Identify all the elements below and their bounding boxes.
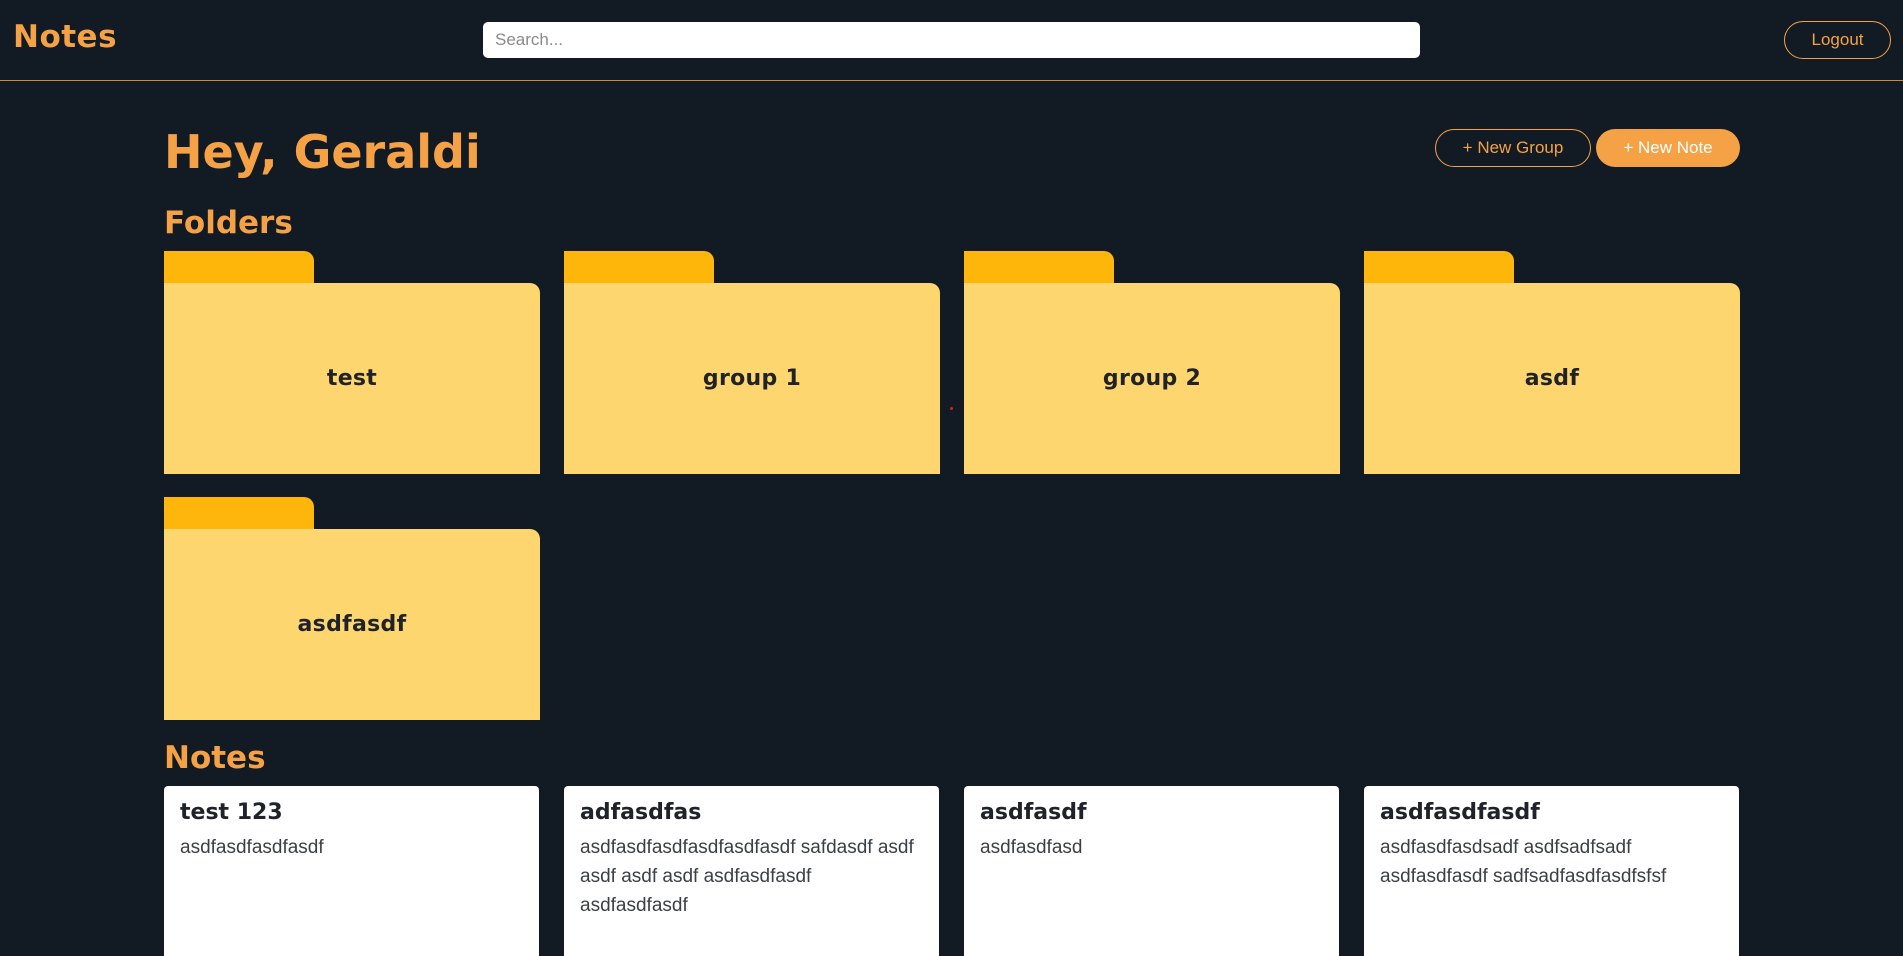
note-title: adfasdfas [580,800,702,825]
folder-body: asdfasdf [164,529,540,720]
top-navbar: Notes Logout [0,0,1903,81]
folder-card[interactable]: asdf [1364,251,1740,474]
folder-tab [564,251,714,287]
folder-label: asdfasdf [297,612,407,637]
new-note-button[interactable]: + New Note [1596,129,1740,167]
folder-tab [164,251,314,287]
folder-body: asdf [1364,283,1740,474]
note-card[interactable]: asdfasdf asdfasdfasd [964,786,1339,956]
stray-dot [950,407,953,410]
folder-card[interactable]: asdfasdf [164,497,540,720]
folder-label: group 2 [1102,366,1202,391]
note-title: asdfasdfasdf [1380,800,1540,825]
folders-heading: Folders [164,205,293,241]
note-body: asdfasdfasdfasdf [180,837,324,858]
note-body: asdfasdfasd [980,837,1083,858]
notes-heading: Notes [164,740,266,776]
folder-card[interactable]: group 1 [564,251,940,474]
note-body: asdfasdfasdsadf asdfsadfsadf asdfasdfasd… [1380,837,1667,887]
folder-body: group 1 [564,283,940,474]
folder-label: group 1 [702,366,802,391]
new-group-button[interactable]: + New Group [1435,129,1591,167]
folder-tab [1364,251,1514,287]
app-logo[interactable]: Notes [13,19,117,55]
folder-body: group 2 [964,283,1340,474]
folder-tab [164,497,314,533]
logout-button[interactable]: Logout [1784,21,1891,59]
folder-card[interactable]: test [164,251,540,474]
note-card[interactable]: test 123 asdfasdfasdfasdf [164,786,539,956]
folder-label: test [326,366,378,391]
search-input[interactable] [483,22,1420,58]
note-body: asdfasdfasdfasdfasdfasdf safdasdf asdf a… [580,837,914,916]
note-card[interactable]: asdfasdfasdf asdfasdfasdsadf asdfsadfsad… [1364,786,1739,956]
note-title: asdfasdf [980,800,1087,825]
folder-body: test [164,283,540,474]
page-title: Hey, Geraldi [164,125,481,179]
note-card[interactable]: adfasdfas asdfasdfasdfasdfasdfasdf safda… [564,786,939,956]
note-title: test 123 [180,800,283,825]
folder-label: asdf [1524,366,1580,391]
folder-card[interactable]: group 2 [964,251,1340,474]
folder-tab [964,251,1114,287]
